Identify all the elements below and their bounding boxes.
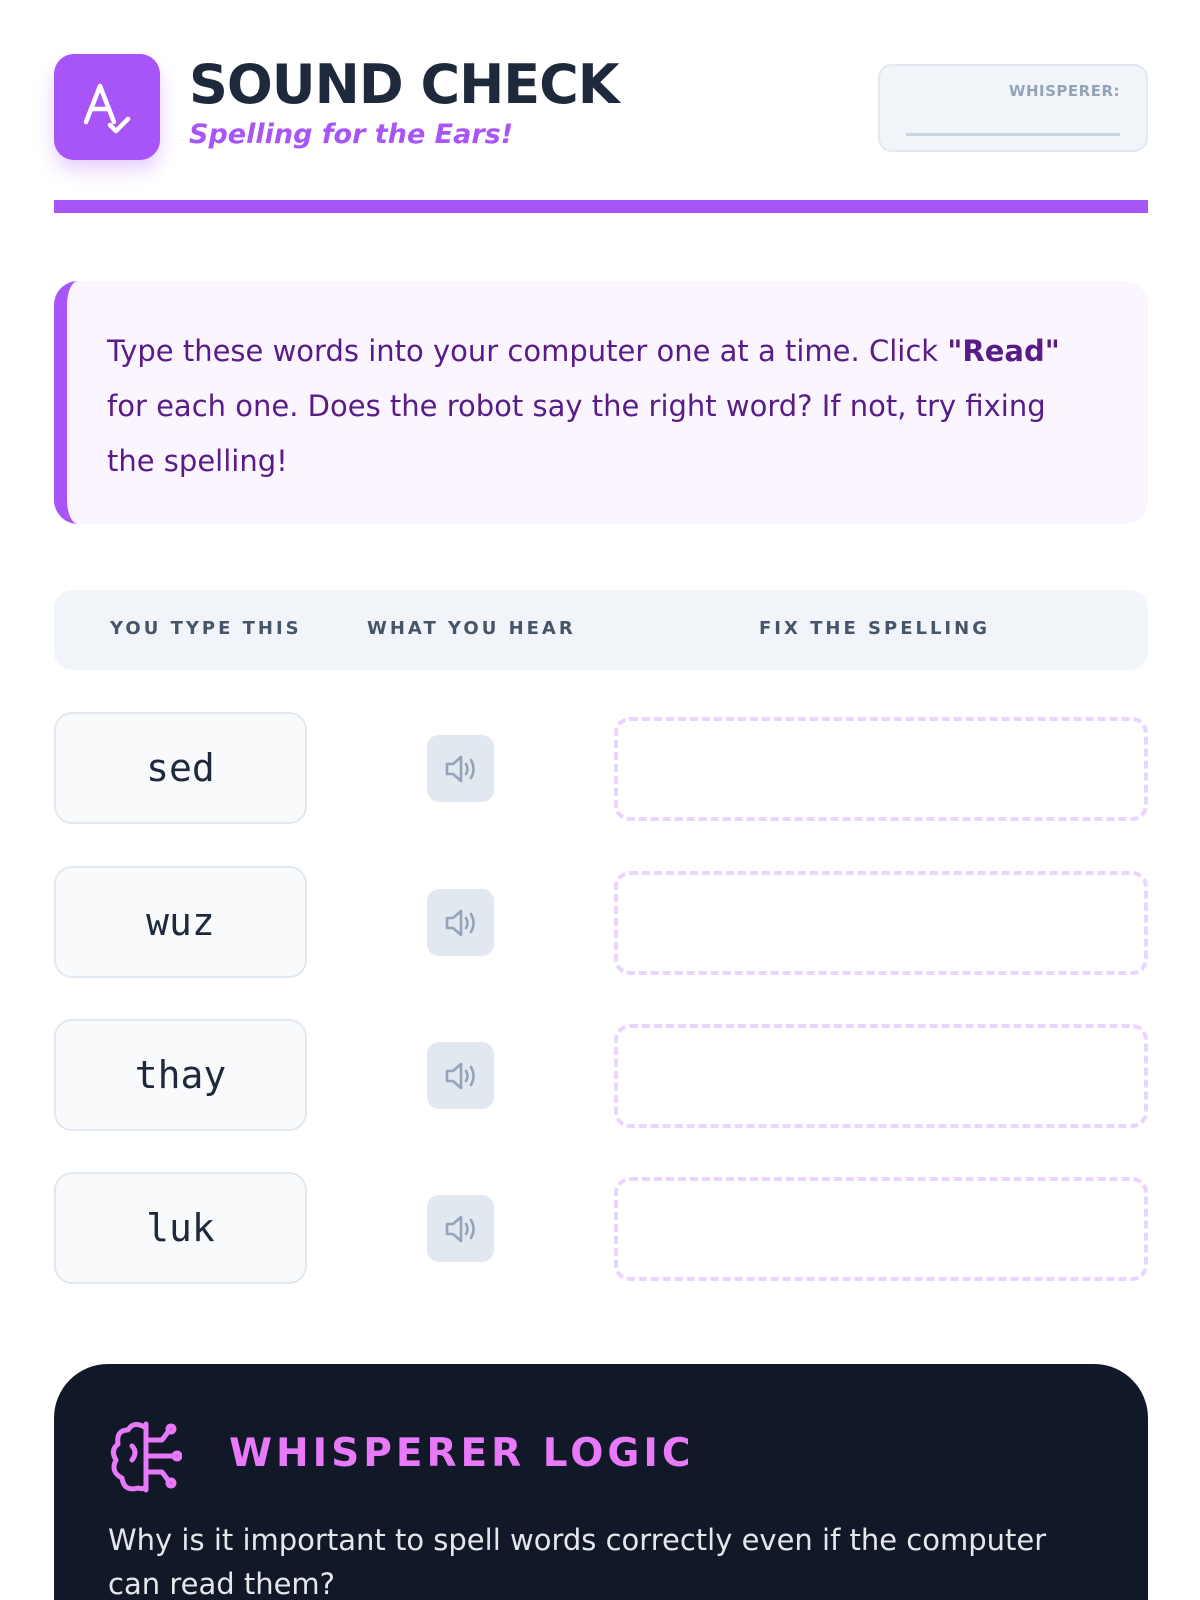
app-title: SOUND CHECK [189,53,620,116]
fix-spelling-input[interactable] [614,871,1148,975]
logic-title: WHISPERER LOGIC [229,1431,695,1476]
fix-spelling-input[interactable] [614,1177,1148,1281]
play-sound-button[interactable] [427,889,494,956]
fix-spelling-input[interactable] [614,1024,1148,1128]
play-sound-button[interactable] [427,735,494,802]
column-header-fix-spelling: FIX THE SPELLING [759,618,990,639]
table-header: YOU TYPE THIS WHAT YOU HEAR FIX THE SPEL… [54,590,1148,670]
speaker-icon [445,1062,475,1089]
header-divider [54,200,1148,213]
play-sound-button[interactable] [427,1042,494,1109]
instructions-text-start: Type these words into your computer one … [107,334,948,368]
speaker-icon [445,909,475,936]
spell-check-icon [83,83,131,134]
page-header: SOUND CHECK Spelling for the Ears! WHISP… [54,54,1148,160]
column-header-what-you-hear: WHAT YOU HEAR [367,618,576,639]
typed-word: wuz [54,866,307,978]
whisperer-name-input[interactable] [906,112,1120,136]
table-row: sed [54,712,1148,824]
typed-word: sed [54,712,307,824]
table-row: luk [54,1172,1148,1284]
fix-spelling-input[interactable] [614,717,1148,821]
typed-word: thay [54,1019,307,1131]
whisperer-name-box: WHISPERER: [878,64,1148,152]
table-row: wuz [54,866,1148,978]
read-keyword: "Read" [947,334,1060,368]
speaker-icon [445,1215,475,1242]
logic-question: Why is it important to spell words corre… [108,1523,1047,1600]
play-sound-button[interactable] [427,1195,494,1262]
instructions-box: Type these words into your computer one … [54,281,1148,524]
whisperer-label: WHISPERER: [1008,82,1120,100]
column-header-you-type: YOU TYPE THIS [110,618,302,639]
brain-icon [110,1421,182,1493]
app-subtitle: Spelling for the Ears! [189,119,514,150]
whisperer-logic-panel: WHISPERER LOGIC Why is it important to s… [54,1364,1148,1600]
app-logo [54,54,160,160]
typed-word: luk [54,1172,307,1284]
instructions-text: Type these words into your computer one … [107,324,1094,489]
table-row: thay [54,1019,1148,1131]
speaker-icon [445,755,475,782]
instructions-text-end: for each one. Does the robot say the rig… [107,389,1046,478]
